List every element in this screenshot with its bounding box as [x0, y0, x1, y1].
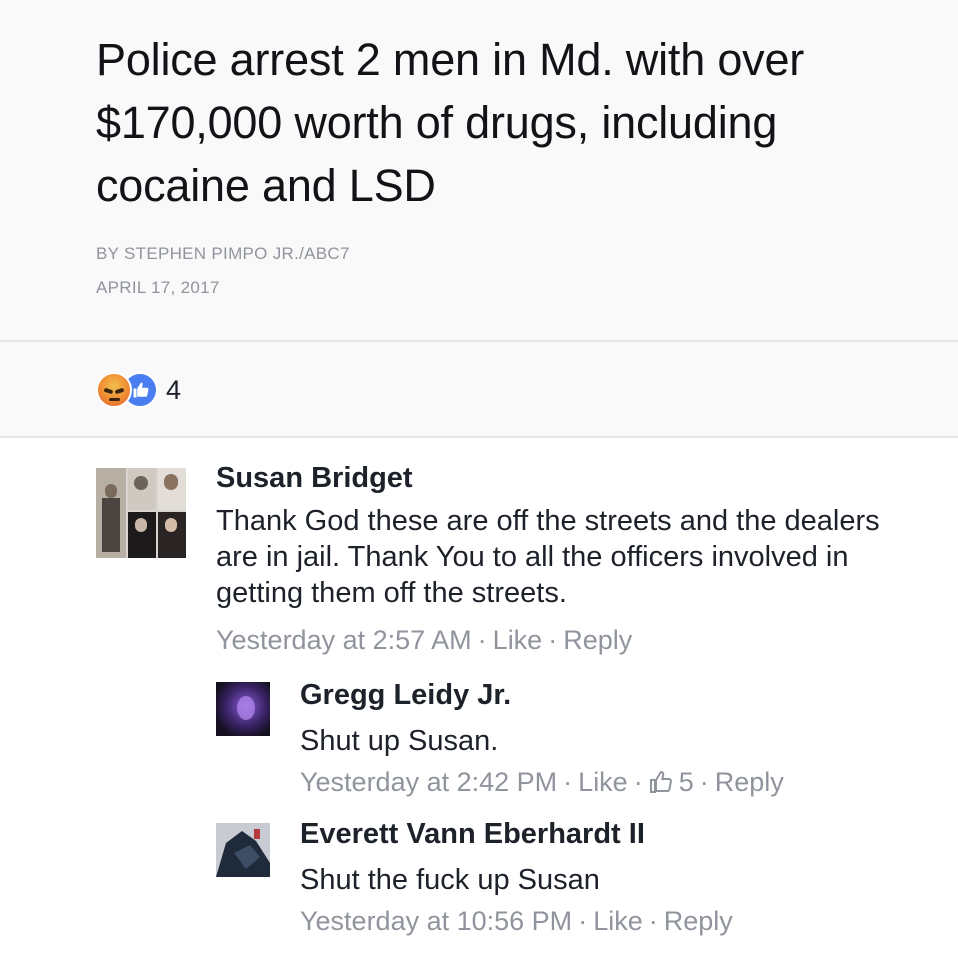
reply-link[interactable]: Reply	[664, 906, 733, 936]
like-link[interactable]: Like	[578, 767, 628, 797]
separator: ·	[548, 625, 558, 655]
article-headline[interactable]: Police arrest 2 men in Md. with over $17…	[96, 28, 896, 217]
comment-meta: Yesterday at 2:57 AM · Like · Reply	[216, 625, 632, 656]
comment-timestamp[interactable]: Yesterday at 2:57 AM	[216, 625, 472, 655]
separator: ·	[633, 767, 643, 797]
separator: ·	[477, 625, 487, 655]
avatar[interactable]	[216, 823, 270, 877]
reply-link[interactable]: Reply	[563, 625, 632, 655]
article-link-card[interactable]: Police arrest 2 men in Md. with over $17…	[0, 0, 958, 342]
comment-text: Shut the fuck up Susan	[300, 864, 600, 896]
comment-text: Thank God these are off the streets and …	[216, 505, 880, 609]
like-link[interactable]: Like	[593, 906, 643, 936]
separator: ·	[648, 906, 658, 936]
comment-author[interactable]: Gregg Leidy Jr.	[300, 679, 511, 712]
comment-author[interactable]: Everett Vann Eberhardt II	[300, 818, 645, 851]
like-link[interactable]: Like	[493, 625, 543, 655]
reaction-count[interactable]: 4	[166, 375, 181, 406]
comment-author[interactable]: Susan Bridget	[216, 462, 413, 495]
comment-meta: Yesterday at 10:56 PM · Like · Reply	[300, 906, 733, 937]
comment-text: Shut up Susan.	[300, 725, 499, 757]
separator: ·	[578, 906, 588, 936]
avatar[interactable]	[216, 682, 270, 736]
angry-icon[interactable]	[96, 372, 132, 408]
comment-timestamp[interactable]: Yesterday at 2:42 PM	[300, 767, 557, 797]
comment-timestamp[interactable]: Yesterday at 10:56 PM	[300, 906, 572, 936]
avatar[interactable]	[96, 468, 186, 558]
reply-link[interactable]: Reply	[715, 767, 784, 797]
reactions-bar: 4	[0, 342, 958, 438]
article-byline: BY STEPHEN PIMPO JR./ABC7	[96, 244, 350, 263]
separator: ·	[699, 767, 709, 797]
like-count[interactable]: 5	[679, 767, 694, 797]
article-date: APRIL 17, 2017	[96, 278, 220, 297]
thumbs-up-icon	[649, 770, 673, 801]
separator: ·	[563, 767, 573, 797]
comment-meta: Yesterday at 2:42 PM · Like · 5 · Reply	[300, 767, 784, 801]
